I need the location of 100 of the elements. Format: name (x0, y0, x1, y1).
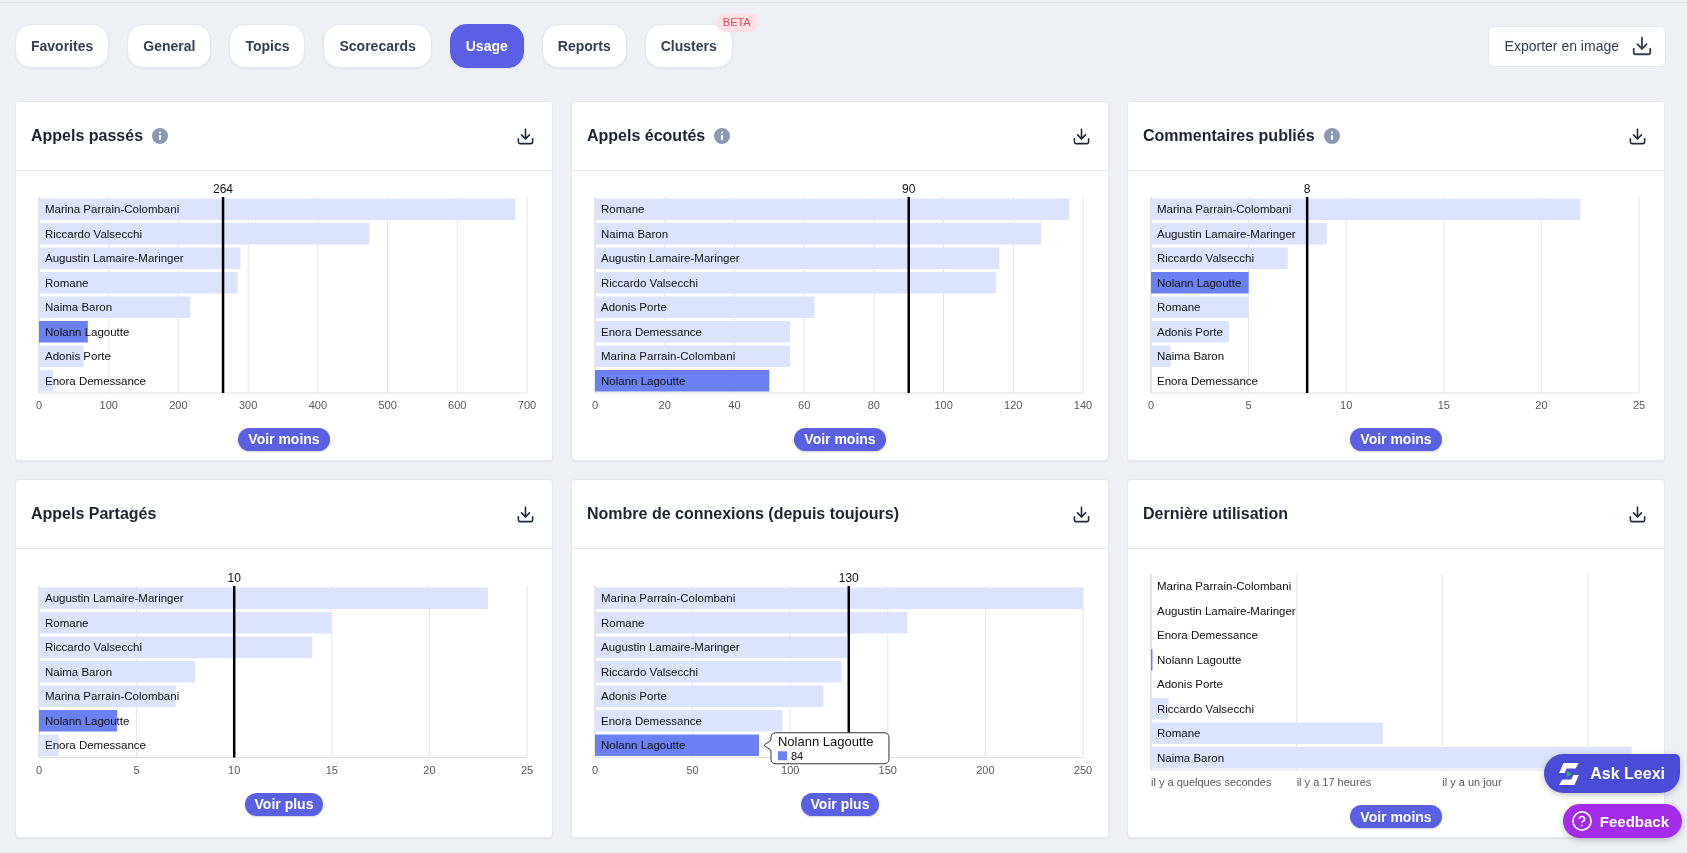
download-icon[interactable] (1072, 504, 1091, 524)
toggle-button[interactable]: Voir moins (794, 427, 886, 451)
reference-value: 10 (227, 571, 241, 586)
toggle-button[interactable]: Voir moins (1350, 427, 1442, 451)
bar-label: Riccardo Valsecchi (45, 641, 142, 654)
tab[interactable]: Usage (449, 24, 524, 68)
axis-tick-label: 500 (378, 398, 397, 411)
bar-label: Naima Baron (1157, 751, 1225, 764)
ask-assistant-button[interactable]: Ask Leexi (1544, 754, 1680, 793)
bar-label: Adonis Porte (1157, 678, 1223, 691)
bar-label: Naima Baron (1157, 349, 1225, 362)
axis-tick-label: 25 (520, 763, 534, 776)
axis-tick-label: 120 (1004, 398, 1023, 411)
axis-tick-label: 150 (878, 763, 897, 776)
beta-badge: BETA (715, 13, 758, 32)
tooltip-value: 84 (790, 750, 804, 762)
bar-label: Adonis Porte (1157, 325, 1223, 338)
feedback-button[interactable]: Feedback (1562, 804, 1682, 838)
axis-tick-label: 250 (1073, 763, 1093, 776)
info-icon[interactable] (152, 128, 169, 144)
bar-label: Augustin Lamaire-Maringer (601, 641, 740, 654)
axis-tick-label: 10 (1340, 398, 1353, 411)
logo-icon (1558, 762, 1581, 785)
tab[interactable]: Favorites (15, 24, 110, 68)
download-icon[interactable] (516, 504, 535, 524)
download-icon[interactable] (1628, 504, 1647, 524)
card-title: Commentaires publiés (1143, 127, 1315, 145)
axis-tick-label: 100 (934, 398, 953, 411)
toggle-button[interactable]: Voir moins (238, 427, 330, 451)
bar-label: Romane (601, 202, 645, 215)
axis-tick-label: 0 (35, 763, 43, 776)
bar-label: Riccardo Valsecchi (601, 666, 698, 678)
bar-label: Romane (45, 276, 89, 289)
axis-tick-label: 80 (867, 398, 880, 411)
tab[interactable]: General (127, 24, 212, 68)
card-title: Appels écoutés (587, 127, 706, 145)
bar-label: Enora Demessance (1157, 629, 1258, 642)
bar-label: Marina Parrain-Colombani (1157, 202, 1292, 215)
tab[interactable]: Reports (541, 24, 627, 68)
reference-value: 8 (1303, 181, 1311, 196)
bar-label: Marina Parrain-Colombani (1157, 580, 1292, 593)
bar-label: Augustin Lamaire-Maringer (1157, 227, 1296, 240)
toggle-button[interactable]: Voir plus (800, 792, 880, 816)
axis-tick-label: 0 (591, 398, 599, 411)
card-title: Appels Partagés (31, 505, 157, 523)
bar-label: Romane (1157, 727, 1201, 740)
axis-tick-label: 50 (686, 763, 699, 776)
bar-label: Adonis Porte (601, 300, 667, 313)
reference-value: 130 (838, 571, 859, 586)
bar-label: Marina Parrain-Colombani (45, 202, 180, 215)
axis-tick-label: 20 (658, 398, 671, 411)
reference-value: 90 (902, 181, 916, 196)
info-icon[interactable] (714, 128, 731, 144)
card-title: Dernière utilisation (1143, 505, 1288, 523)
axis-tick-label: 20 (1535, 398, 1548, 411)
toggle-button[interactable]: Voir moins (1350, 805, 1442, 828)
bar-label: Enora Demessance (45, 739, 146, 752)
bar-label: Nolann Lagoutte (601, 739, 686, 752)
axis-tick-label: 5 (133, 763, 140, 776)
bar-label: Enora Demessance (601, 325, 702, 338)
axis-tick-label: 20 (423, 763, 436, 776)
bar-label: Romane (1157, 300, 1201, 313)
download-icon[interactable] (1628, 126, 1647, 146)
axis-tick-label: 0 (35, 398, 43, 411)
axis-tick-label: 100 (99, 398, 118, 411)
bar-label: Riccardo Valsecchi (1157, 702, 1254, 715)
axis-label: il y a un jour (1442, 776, 1502, 788)
bar-label: Romane (45, 617, 89, 629)
card-title: Appels passés (31, 127, 144, 145)
info-icon[interactable] (1323, 128, 1340, 144)
axis-tick-label: 0 (591, 763, 599, 776)
axis-tick-label: 5 (1245, 398, 1252, 411)
download-icon[interactable] (516, 126, 535, 146)
axis-tick-label: 25 (1632, 398, 1646, 411)
bar-label: Augustin Lamaire-Maringer (45, 251, 184, 264)
tab[interactable]: Topics (229, 24, 306, 68)
tab[interactable]: Scorecards (323, 24, 432, 68)
axis-tick-label: 15 (1437, 398, 1450, 411)
reference-value: 264 (213, 181, 234, 196)
bar-label: Riccardo Valsecchi (601, 276, 698, 289)
axis-tick-label: 40 (728, 398, 741, 411)
bar-label: Adonis Porte (601, 690, 667, 703)
download-icon[interactable] (1072, 126, 1091, 146)
bar-label: Enora Demessance (1157, 374, 1258, 387)
axis-tick-label: 200 (169, 398, 188, 411)
help-icon (1571, 811, 1592, 831)
axis-tick-label: 15 (325, 763, 338, 776)
axis-tick-label: 700 (517, 398, 537, 411)
axis-tick-label: 200 (976, 763, 995, 776)
bar-label: Naima Baron (601, 227, 669, 240)
bar-label: Romane (601, 617, 645, 629)
bar-label: Enora Demessance (45, 374, 146, 387)
bar-label: Augustin Lamaire-Maringer (1157, 604, 1296, 617)
export-image-button[interactable]: Exporter en image (1487, 25, 1666, 67)
toggle-button[interactable]: Voir plus (244, 792, 324, 816)
bar-label: Nolann Lagoutte (1157, 276, 1242, 289)
bar-label: Adonis Porte (45, 349, 111, 362)
bar-label: Augustin Lamaire-Maringer (601, 251, 740, 264)
axis-label: il y a 17 heures (1296, 776, 1372, 788)
axis-tick-label: 60 (798, 398, 811, 411)
